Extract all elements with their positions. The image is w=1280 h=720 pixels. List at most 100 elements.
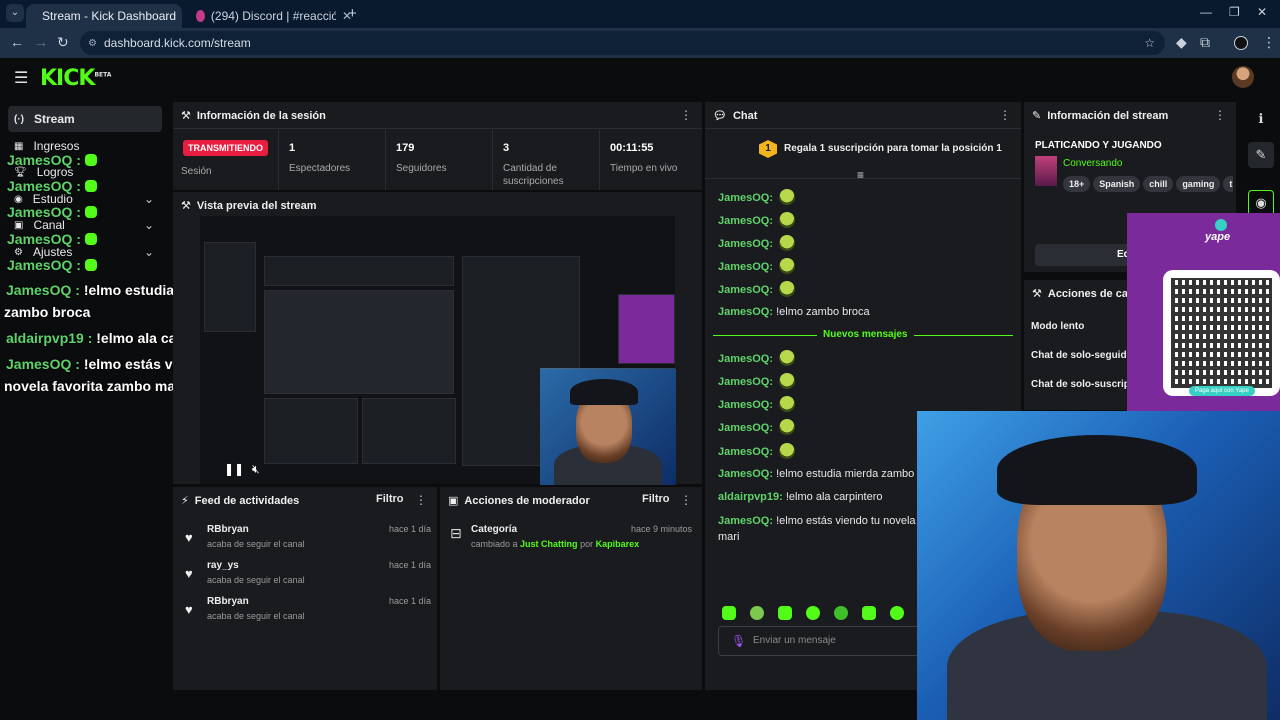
session-label: Sesión (181, 166, 212, 177)
url-input[interactable]: ⚙ dashboard.kick.com/stream ☆ (80, 31, 1165, 55)
overlay-chat-username: JamesOQ : (7, 231, 97, 247)
gear-icon: ⚙ (14, 246, 23, 258)
overlay-chat-username: JamesOQ : (7, 178, 97, 194)
kick-badge-icon (84, 233, 97, 245)
menu-kebab-icon[interactable]: ⋮ (1262, 34, 1276, 51)
chat-input-placeholder: Enviar un mensaje (753, 635, 836, 646)
kick-badge-icon (84, 180, 97, 192)
kick-badge-icon (84, 154, 97, 166)
studio-icon: ◉ (14, 193, 23, 205)
restore-icon[interactable]: ❐ (1229, 5, 1240, 19)
emote-icon (779, 373, 796, 389)
filter-button[interactable]: Filtro (376, 493, 404, 505)
chevron-down-icon[interactable]: ⌄ (144, 245, 154, 259)
back-icon[interactable]: ← (10, 34, 24, 50)
overlay-chat-username: JamesOQ : (7, 204, 97, 220)
pinned-toggle-icon[interactable]: ≡ (857, 168, 864, 182)
stat-followers: 179 Seguidores (385, 130, 492, 190)
mod-action-name: Categoría (471, 524, 518, 535)
mini-preview (264, 290, 454, 394)
qr-code (1163, 270, 1280, 396)
panel-menu-icon[interactable]: ⋮ (680, 493, 692, 507)
profile-icon[interactable] (1234, 36, 1248, 50)
emote-icon[interactable] (778, 606, 792, 620)
overlay-chat-message-cont: zambo broca (4, 304, 91, 320)
browser-tab-kick[interactable]: Stream - Kick Dashboard ✕ (26, 4, 182, 28)
puzzle-icon[interactable]: ⧉ (1200, 34, 1210, 51)
emote-icon[interactable] (750, 606, 764, 620)
filter-button[interactable]: Filtro (642, 493, 670, 505)
chat-message: JamesOQ: (718, 443, 796, 459)
browser-tab-bar: ⌄ Stream - Kick Dashboard ✕ (294) Discor… (0, 0, 1280, 28)
mini-session-panel (264, 256, 454, 286)
emote-icon[interactable] (806, 606, 820, 620)
yape-qr-overlay: yape Paga aquí con Yape (1127, 213, 1280, 413)
emote-bar (722, 606, 917, 622)
followers-only-toggle[interactable]: Chat de solo-seguid (1031, 350, 1127, 361)
new-messages-label: Nuevos mensajes (817, 329, 914, 340)
category-name[interactable]: Conversando (1063, 158, 1122, 169)
chat-input[interactable]: 🎙︎ Enviar un mensaje (718, 626, 948, 656)
divider (173, 128, 702, 129)
pause-icon[interactable]: ❚❚ (224, 462, 244, 476)
activity-feed-panel: ⚡︎ Feed de actividades Filtro ⋮ ♥ RBbryan… (173, 487, 437, 690)
overlay-chat-username: JamesOQ : (7, 152, 97, 168)
bolt-icon: ⚡︎ (181, 495, 189, 507)
preview-icon: ⚒ (181, 200, 191, 212)
live-badge: TRANSMITIENDO (183, 140, 268, 156)
close-window-icon[interactable]: ✕ (1257, 5, 1267, 19)
site-info-icon[interactable]: ⚙ (88, 38, 97, 49)
panel-menu-icon[interactable]: ⋮ (415, 493, 427, 507)
mini-feed (264, 398, 358, 464)
kick-logo[interactable]: KICKBETA (40, 66, 111, 91)
session-info-panel: ⚒ Información de la sesión ⋮ TRANSMITIEND… (173, 102, 702, 190)
sidebar-item-label: Ingresos (33, 139, 80, 153)
browser-tab-discord[interactable]: (294) Discord | #reacción | Serv ✕ (186, 4, 362, 28)
pencil-icon[interactable]: ✎ (1248, 142, 1274, 168)
money-icon: ▦ (14, 140, 24, 152)
tab-label: (294) Discord | #reacción | Serv (210, 9, 336, 23)
chevron-down-icon[interactable]: ⌄ (144, 218, 154, 232)
emote-icon[interactable] (722, 606, 736, 620)
new-tab-icon[interactable]: + (348, 5, 357, 22)
user-avatar[interactable] (1232, 66, 1254, 88)
panel-title: ▣ Acciones de moderador (448, 494, 590, 508)
channel-icon: ▣ (14, 219, 24, 231)
sidebar-item-stream[interactable]: (·) Stream (8, 106, 162, 132)
feed-row: ♥ ray_ys acaba de seguir el canal hace 1 d… (185, 560, 431, 585)
tag-chip: t (1223, 176, 1233, 192)
slow-mode-toggle[interactable]: Modo lento (1031, 321, 1084, 332)
panel-menu-icon[interactable]: ⋮ (1214, 108, 1226, 122)
info-icon[interactable]: ℹ (1248, 106, 1274, 132)
sidebar-item-label: Stream (34, 112, 75, 126)
reload-icon[interactable]: ↻ (57, 34, 69, 51)
hamburger-menu-icon[interactable]: ☰ (14, 68, 28, 88)
minimize-icon[interactable]: — (1200, 5, 1212, 19)
panel-title: ⚒ Vista previa del stream (181, 199, 317, 213)
emote-icon (779, 281, 796, 297)
emote-icon[interactable] (862, 606, 876, 620)
chat-message: aldairpvp19: !elmo ala carpintero (718, 491, 883, 503)
tab-search-icon[interactable]: ⌄ (6, 4, 24, 22)
emote-icon[interactable] (834, 606, 848, 620)
chat-message: JamesOQ: (718, 235, 796, 251)
trophy-icon: 🏆︎ (14, 166, 27, 178)
pencil-icon: ✎ (1032, 110, 1042, 122)
bookmark-star-icon[interactable]: ☆ (1144, 36, 1155, 50)
emote-icon (779, 419, 796, 435)
emote-icon[interactable] (890, 606, 904, 620)
subscribers-only-toggle[interactable]: Chat de solo-suscript (1031, 379, 1133, 390)
gift-sub-promo[interactable]: Regala 1 suscripción para tomar la posic… (784, 143, 1002, 154)
microphone-icon[interactable]: 🎙︎ (731, 634, 746, 648)
forward-icon[interactable]: → (34, 34, 48, 50)
panel-title: ⚡︎ Feed de actividades (181, 494, 300, 508)
broadcast-icon: (·) (14, 113, 24, 125)
extension-icon[interactable]: ◆ (1176, 34, 1187, 51)
heart-icon: ♥ (185, 566, 193, 581)
kick-badge-icon (84, 206, 97, 218)
panel-menu-icon[interactable]: ⋮ (999, 108, 1011, 122)
tag-list: 18+ Spanish chill gaming t (1063, 174, 1233, 192)
mute-icon[interactable]: 🔇︎ (252, 462, 260, 477)
panel-menu-icon[interactable]: ⋮ (680, 108, 692, 122)
chevron-down-icon[interactable]: ⌄ (144, 192, 154, 206)
